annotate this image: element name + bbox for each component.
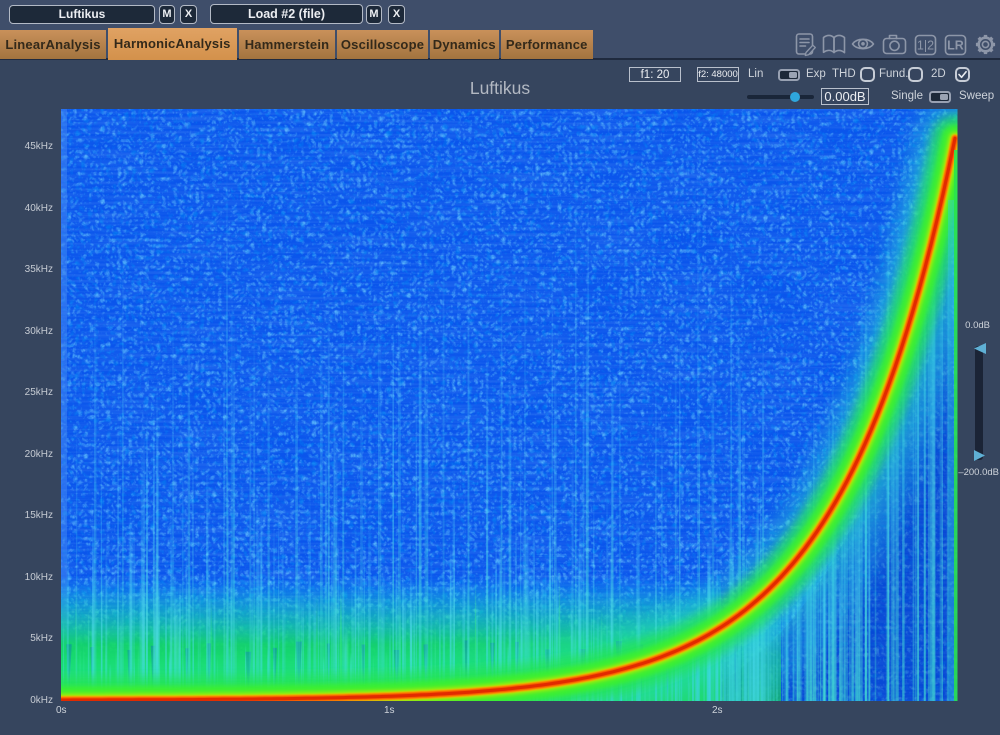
svg-text:1|2: 1|2	[917, 39, 934, 53]
svg-text:LR: LR	[947, 39, 964, 53]
